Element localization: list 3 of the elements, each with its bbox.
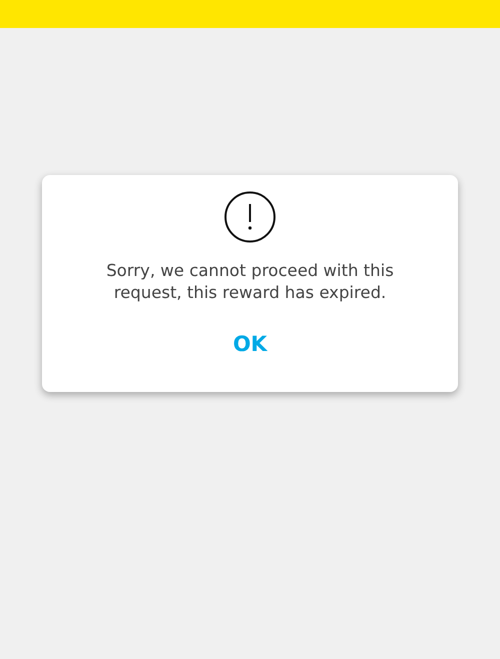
- ok-button[interactable]: OK: [224, 328, 276, 360]
- alert-message: Sorry, we cannot proceed with this request, this reward has expired.: [105, 260, 395, 304]
- exclamation-icon: [224, 191, 276, 243]
